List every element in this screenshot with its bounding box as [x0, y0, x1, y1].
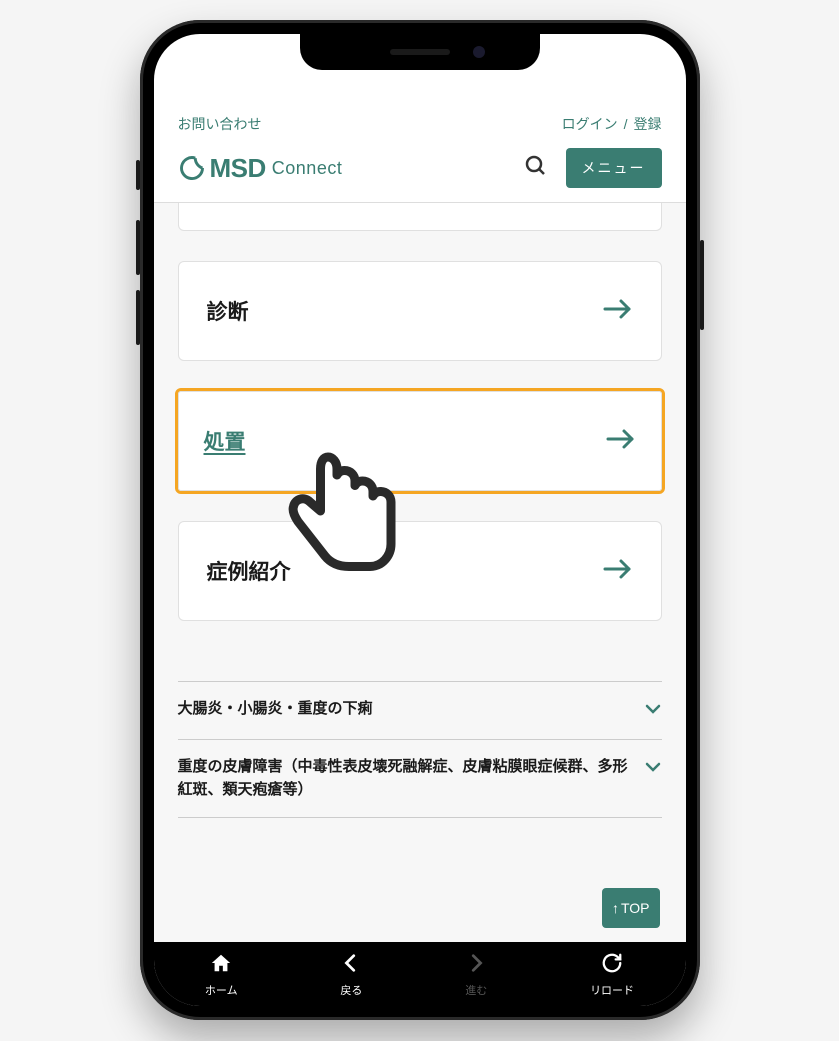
- logo-msd-text: MSD: [210, 153, 266, 184]
- arrow-right-icon: [603, 557, 633, 586]
- separator: /: [624, 116, 628, 132]
- nav-reload-label: リロード: [590, 982, 634, 998]
- mute-switch: [136, 160, 140, 190]
- home-icon: [210, 952, 232, 978]
- list-item-label: 大腸炎・小腸炎・重度の下痢: [178, 698, 632, 721]
- chevron-right-icon: [465, 952, 487, 978]
- list-section: 大腸炎・小腸炎・重度の下痢 重度の皮膚障害（中毒性表皮壊死融解症、皮膚粘膜眼症候…: [178, 651, 662, 818]
- list-item[interactable]: 大腸炎・小腸炎・重度の下痢: [178, 681, 662, 740]
- notch: [300, 34, 540, 70]
- content-area: 診断 処置: [154, 203, 686, 942]
- contact-link[interactable]: お問い合わせ: [178, 114, 262, 134]
- arrow-up-icon: ↑: [612, 900, 619, 916]
- power-button: [700, 240, 704, 330]
- card-treatment-label: 処置: [204, 426, 246, 456]
- register-link[interactable]: 登録: [634, 114, 662, 134]
- msd-logo-icon: [178, 154, 206, 182]
- scroll-top-button[interactable]: ↑TOP: [602, 888, 660, 928]
- header-bar: MSD Connect メニュー: [154, 148, 686, 202]
- top-links-bar: お問い合わせ ログイン / 登録: [154, 104, 686, 148]
- volume-up: [136, 220, 140, 275]
- list-item-label: 重度の皮膚障害（中毒性表皮壊死融解症、皮膚粘膜眼症候群、多形紅斑、類天疱瘡等）: [178, 756, 632, 801]
- nav-forward-label: 進む: [465, 982, 487, 998]
- chevron-down-icon: [644, 700, 662, 723]
- card-case-intro-label: 症例紹介: [207, 556, 291, 586]
- logo-connect-text: Connect: [272, 158, 343, 179]
- highlighted-card-wrapper: 処置: [175, 388, 665, 494]
- nav-forward: 進む: [465, 952, 487, 998]
- card-partial[interactable]: [178, 203, 662, 231]
- logo[interactable]: MSD Connect: [178, 153, 343, 184]
- top-button-label: TOP: [621, 900, 650, 916]
- nav-home[interactable]: ホーム: [205, 952, 238, 998]
- nav-back-label: 戻る: [340, 982, 362, 998]
- menu-button[interactable]: メニュー: [566, 148, 662, 188]
- arrow-right-icon: [606, 427, 636, 456]
- nav-reload[interactable]: リロード: [590, 952, 634, 998]
- phone-screen: お問い合わせ ログイン / 登録 MSD Connect: [154, 34, 686, 1006]
- bottom-nav: ホーム 戻る 進む リロード: [154, 942, 686, 1006]
- nav-back[interactable]: 戻る: [340, 952, 362, 998]
- chevron-left-icon: [340, 952, 362, 978]
- reload-icon: [601, 952, 623, 978]
- list-item[interactable]: 重度の皮膚障害（中毒性表皮壊死融解症、皮膚粘膜眼症候群、多形紅斑、類天疱瘡等）: [178, 740, 662, 818]
- login-link[interactable]: ログイン: [562, 114, 618, 134]
- card-diagnosis-label: 診断: [207, 296, 249, 326]
- card-treatment[interactable]: 処置: [178, 391, 662, 491]
- volume-down: [136, 290, 140, 345]
- speaker: [390, 49, 450, 55]
- card-diagnosis[interactable]: 診断: [178, 261, 662, 361]
- phone-frame: お問い合わせ ログイン / 登録 MSD Connect: [140, 20, 700, 1020]
- chevron-down-icon: [644, 758, 662, 781]
- front-camera: [473, 46, 485, 58]
- search-icon[interactable]: [524, 154, 548, 183]
- screen-content: お問い合わせ ログイン / 登録 MSD Connect: [154, 34, 686, 942]
- arrow-right-icon: [603, 297, 633, 326]
- card-case-intro[interactable]: 症例紹介: [178, 521, 662, 621]
- nav-home-label: ホーム: [205, 982, 238, 998]
